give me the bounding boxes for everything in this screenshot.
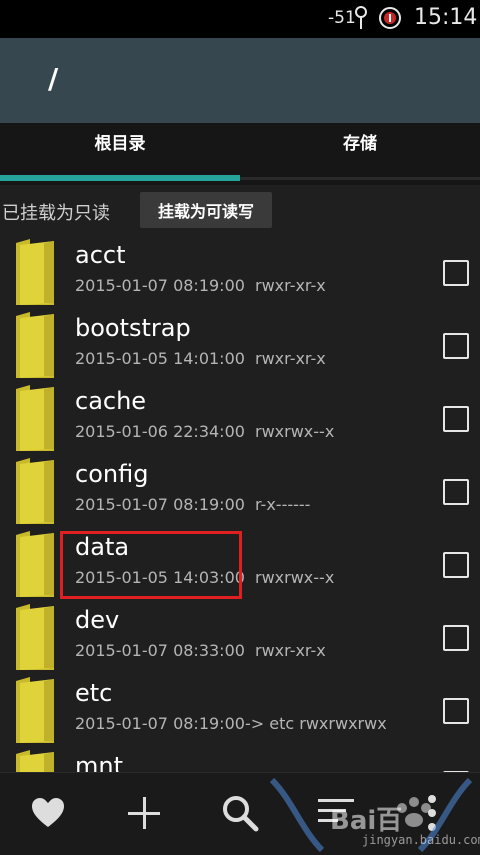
list-item[interactable]: data 2015-01-05 14:03:00 rwxrwx--x [0,527,480,600]
file-permissions: rwxrwx--x [255,422,335,441]
add-icon[interactable] [122,791,166,835]
mount-read-write-button[interactable]: 挂载为可读写 [140,192,272,228]
file-name: config [75,460,149,488]
file-date: 2015-01-06 22:34:00 [75,422,245,441]
file-date: 2015-01-05 14:03:00 [75,568,245,587]
path-bar: / [0,38,480,123]
file-date: 2015-01-07 08:33:00 [75,641,245,660]
folder-icon [16,750,54,772]
select-checkbox[interactable] [443,479,469,505]
file-permissions: rwxr-xr-x [255,641,326,660]
folder-icon [16,604,54,670]
file-name: cache [75,387,147,415]
file-name: acct [75,241,126,269]
list-item[interactable]: config 2015-01-07 08:19:00 r-x------ [0,454,480,527]
select-checkbox[interactable] [443,625,469,651]
list-item[interactable]: cache 2015-01-06 22:34:00 rwxrwx--x [0,381,480,454]
list-item[interactable]: bootstrap 2015-01-05 14:01:00 rwxr-xr-x [0,308,480,381]
tab-indicator [0,175,240,181]
folder-icon [16,677,54,743]
clock: 15:14 [414,5,478,30]
select-checkbox[interactable] [443,260,469,286]
file-list[interactable]: acct 2015-01-07 08:19:00 rwxr-xr-x boots… [0,235,480,772]
list-item[interactable]: acct 2015-01-07 08:19:00 rwxr-xr-x [0,235,480,308]
select-checkbox[interactable] [443,698,469,724]
select-checkbox[interactable] [443,406,469,432]
file-date: 2015-01-07 08:19:00 [75,276,245,295]
file-name: mnt [75,752,123,772]
list-item[interactable]: dev 2015-01-07 08:33:00 rwxr-xr-x [0,600,480,673]
select-checkbox[interactable] [443,333,469,359]
file-name: etc [75,679,113,707]
file-date: 2015-01-07 08:19:00 [75,714,245,733]
folder-icon [16,385,54,451]
heart-icon[interactable] [26,791,70,835]
folder-icon [16,458,54,524]
file-permissions: r-x------ [255,495,311,514]
folder-icon [16,531,54,597]
search-icon[interactable] [218,791,262,835]
file-permissions: rwxr-xr-x [255,349,326,368]
file-name: dev [75,606,120,634]
list-item[interactable]: etc 2015-01-07 08:19:00 -> etc rwxrwxrwx [0,673,480,746]
file-permissions: -> etc rwxrwxrwx [245,714,387,733]
sort-icon[interactable] [314,791,358,835]
file-name: bootstrap [75,314,191,342]
status-bar: -51 15:14 [0,0,480,38]
wifi-icon [355,6,367,29]
more-icon[interactable] [410,791,454,835]
file-date: 2015-01-05 14:01:00 [75,349,245,368]
file-name: data [75,533,130,561]
list-item[interactable]: mnt [0,746,480,772]
file-date: 2015-01-07 08:19:00 [75,495,245,514]
alert-icon [379,7,401,29]
bottom-toolbar [0,772,480,855]
file-permissions: rwxrwx--x [255,568,335,587]
tab-track [240,177,480,180]
tab-bar: 根目录 存储 [0,123,480,185]
folder-icon [16,312,54,378]
file-permissions: rwxr-xr-x [255,276,326,295]
tab-storage[interactable]: 存储 [240,123,480,185]
mount-row: 已挂载为只读 挂载为可读写 [0,185,480,235]
folder-icon [16,239,54,305]
mount-status-label: 已挂载为只读 [2,203,110,224]
select-checkbox[interactable] [443,552,469,578]
current-path[interactable]: / [48,62,58,95]
